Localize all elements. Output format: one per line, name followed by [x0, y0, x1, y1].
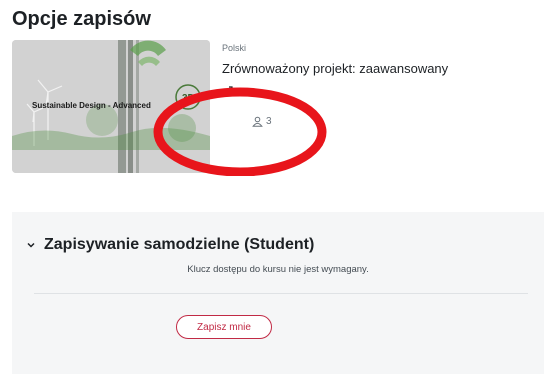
course-image-text: Sustainable Design - Advanced — [32, 101, 151, 110]
participants-count: 3 — [252, 116, 272, 127]
enrol-me-button[interactable]: Zapisz mnie — [176, 315, 272, 339]
section-title: Zapisywanie samodzielne (Student) — [44, 236, 315, 253]
chevron-down-icon[interactable] — [26, 240, 36, 250]
course-language: Polski — [222, 43, 247, 53]
course-image[interactable]: 3D Sustainable Design - Advanced — [12, 40, 210, 173]
course-name[interactable]: Zrównoważony projekt: zaawansowany — [222, 61, 448, 76]
participants-value: 3 — [266, 116, 272, 127]
course-card: 3D Sustainable Design - Advanced Polski … — [12, 40, 542, 176]
page-title: Opcje zapisów — [12, 8, 151, 30]
enrolment-info: Klucz dostępu do kursu nie jest wymagany… — [187, 264, 369, 275]
sign-in-icon — [223, 86, 233, 96]
section-toggle[interactable]: Zapisywanie samodzielne (Student) — [26, 236, 314, 254]
user-icon — [252, 116, 263, 127]
divider — [34, 293, 528, 294]
enrolment-panel: Zapisywanie samodzielne (Student) Klucz … — [12, 212, 544, 374]
